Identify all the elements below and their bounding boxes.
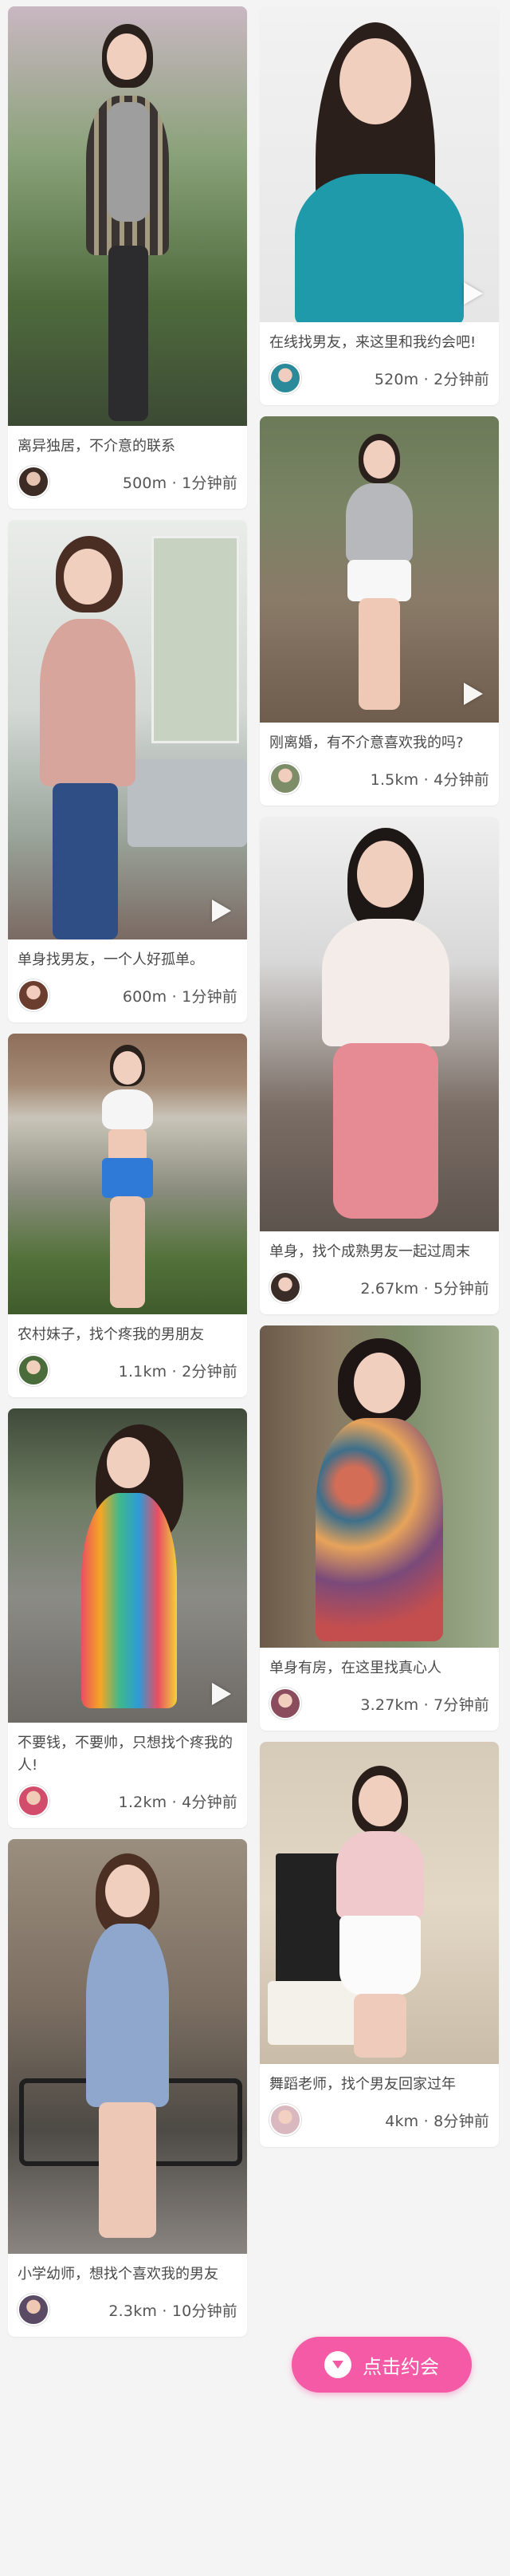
profile-photo[interactable] <box>8 1839 247 2254</box>
card-meta: 2.67km · 5分钟前 <box>260 1266 499 1314</box>
card-caption: 单身找男友，一个人好孤单。 <box>18 951 204 968</box>
card-caption: 小学幼师，想找个喜欢我的男友 <box>18 2266 218 2283</box>
distance-time: 600m · 1分钟前 <box>122 987 237 1006</box>
distance-time: 520m · 2分钟前 <box>374 370 489 388</box>
avatar[interactable] <box>269 1688 301 1719</box>
avatar[interactable] <box>18 1785 49 1817</box>
profile-card[interactable]: 单身找男友，一个人好孤单。 600m · 1分钟前 <box>8 520 247 1022</box>
avatar[interactable] <box>269 1271 301 1303</box>
profile-photo[interactable] <box>8 6 247 426</box>
profile-card[interactable]: 单身，找个成熟男友一起过周末 2.67km · 5分钟前 <box>260 817 499 1314</box>
avatar[interactable] <box>18 1354 49 1386</box>
profile-photo[interactable] <box>8 520 247 939</box>
avatar[interactable] <box>269 762 301 794</box>
video-play-icon[interactable] <box>464 282 483 305</box>
card-caption: 农村妹子，找个疼我的男朋友 <box>18 1326 204 1343</box>
profile-photo[interactable] <box>260 6 499 322</box>
card-meta: 2.3km · 10分钟前 <box>8 2289 247 2337</box>
card-caption: 舞蹈老师，找个男友回家过年 <box>269 2076 456 2093</box>
date-cta-label: 点击约会 <box>363 2355 439 2378</box>
distance-time: 1.1km · 2分钟前 <box>118 1362 237 1381</box>
distance-time: 2.3km · 10分钟前 <box>108 2302 237 2320</box>
card-meta: 600m · 1分钟前 <box>8 975 247 1022</box>
card-caption: 在线找男友，来这里和我约会吧! <box>269 334 477 351</box>
profile-card[interactable]: 舞蹈老师，找个男友回家过年 4km · 8分钟前 <box>260 1742 499 2147</box>
card-meta: 3.27km · 7分钟前 <box>260 1683 499 1731</box>
profile-card[interactable]: 刚离婚，有不介意喜欢我的吗? 1.5km · 4分钟前 <box>260 416 499 805</box>
profile-photo[interactable] <box>260 1742 499 2064</box>
card-meta: 1.2km · 4分钟前 <box>8 1780 247 1828</box>
date-cta-button[interactable]: 点击约会 <box>292 2337 472 2393</box>
distance-time: 1.2km · 4分钟前 <box>118 1793 237 1811</box>
avatar[interactable] <box>18 2294 49 2326</box>
distance-time: 500m · 1分钟前 <box>122 474 237 492</box>
profile-photo[interactable] <box>260 817 499 1231</box>
card-meta: 1.5km · 4分钟前 <box>260 758 499 805</box>
avatar[interactable] <box>269 362 301 394</box>
card-caption: 不要钱，不要帅，只想找个疼我的人! <box>18 1735 233 1774</box>
profile-card[interactable]: 离异独居，不介意的联系 500m · 1分钟前 <box>8 6 247 509</box>
card-meta: 1.1km · 2分钟前 <box>8 1349 247 1397</box>
profile-card[interactable]: 农村妹子，找个疼我的男朋友 1.1km · 2分钟前 <box>8 1034 247 1397</box>
profile-photo[interactable] <box>260 416 499 723</box>
video-play-icon[interactable] <box>212 900 231 922</box>
video-play-icon[interactable] <box>212 1683 231 1705</box>
profile-photo[interactable] <box>260 1325 499 1648</box>
card-caption: 单身有房，在这里找真心人 <box>269 1660 441 1676</box>
avatar[interactable] <box>18 466 49 498</box>
distance-time: 3.27km · 7分钟前 <box>360 1696 489 1714</box>
profile-photo[interactable] <box>8 1408 247 1723</box>
distance-time: 2.67km · 5分钟前 <box>360 1279 489 1298</box>
profile-photo[interactable] <box>8 1034 247 1314</box>
profile-card[interactable]: 小学幼师，想找个喜欢我的男友 2.3km · 10分钟前 <box>8 1839 247 2337</box>
profile-card[interactable]: 单身有房，在这里找真心人 3.27km · 7分钟前 <box>260 1325 499 1731</box>
feed-column-left: 离异独居，不介意的联系 500m · 1分钟前 单身找男友，一个人好孤单。 60… <box>8 6 247 2348</box>
card-meta: 520m · 2分钟前 <box>260 357 499 405</box>
distance-time: 1.5km · 4分钟前 <box>370 770 489 789</box>
card-caption: 离异独居，不介意的联系 <box>18 438 175 455</box>
video-play-icon[interactable] <box>464 683 483 705</box>
feed-column-right: 在线找男友，来这里和我约会吧! 520m · 2分钟前 刚离婚，有不介意喜欢我的… <box>260 6 499 2158</box>
profile-card[interactable]: 在线找男友，来这里和我约会吧! 520m · 2分钟前 <box>260 6 499 405</box>
profile-card[interactable]: 不要钱，不要帅，只想找个疼我的人! 1.2km · 4分钟前 <box>8 1408 247 1828</box>
card-meta: 4km · 8分钟前 <box>260 2099 499 2147</box>
card-caption: 单身，找个成熟男友一起过周末 <box>269 1243 470 1260</box>
card-caption: 刚离婚，有不介意喜欢我的吗? <box>269 735 464 751</box>
distance-time: 4km · 8分钟前 <box>385 2112 489 2130</box>
card-meta: 500m · 1分钟前 <box>8 461 247 509</box>
avatar[interactable] <box>18 979 49 1011</box>
chevron-down-icon <box>324 2351 351 2378</box>
avatar[interactable] <box>269 2104 301 2136</box>
